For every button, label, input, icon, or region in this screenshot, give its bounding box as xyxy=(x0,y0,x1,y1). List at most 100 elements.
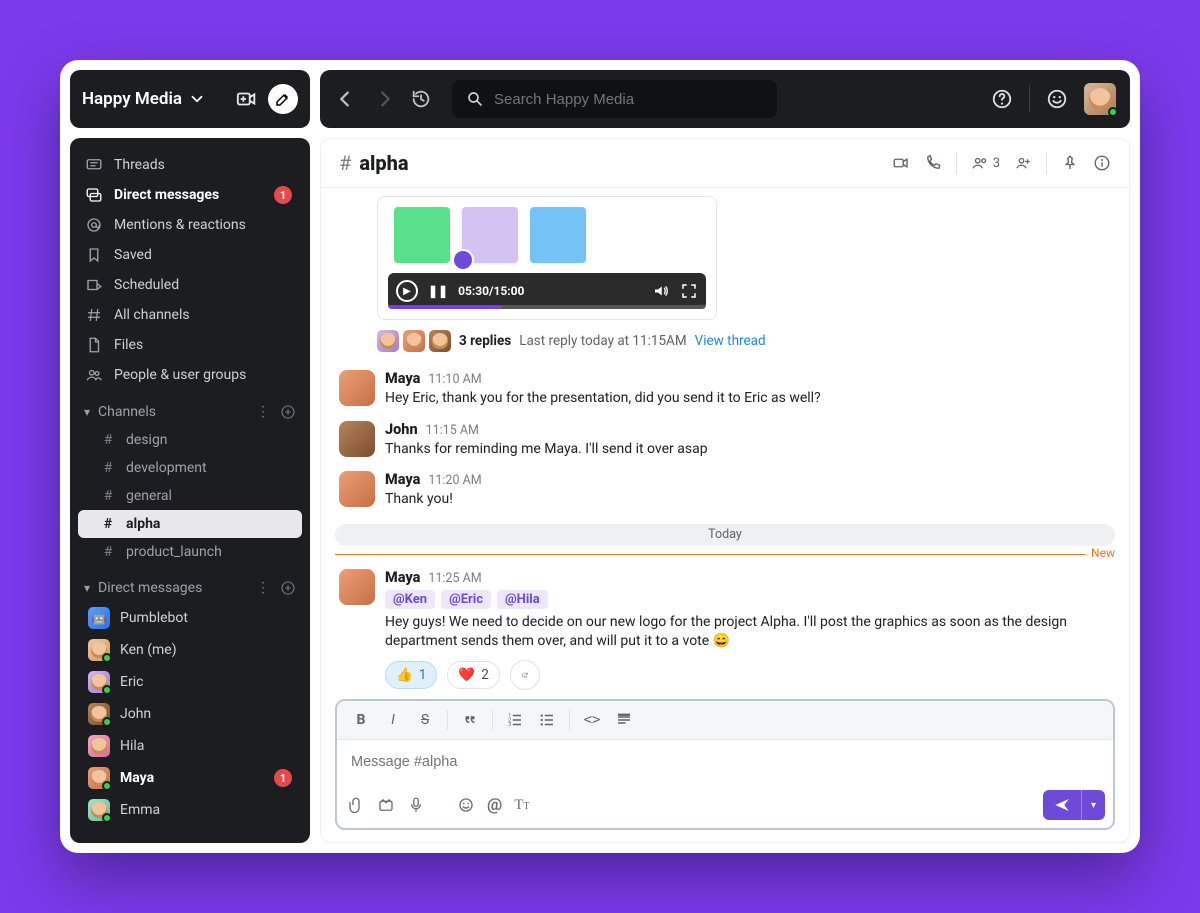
search-input[interactable] xyxy=(494,91,763,108)
msg-time: 11:20 AM xyxy=(428,473,481,488)
add-member-button[interactable] xyxy=(1014,154,1032,172)
history-button[interactable] xyxy=(410,88,432,110)
help-button[interactable] xyxy=(991,88,1013,110)
dm-hila[interactable]: Hila xyxy=(70,730,310,762)
clip-button[interactable] xyxy=(377,796,395,814)
msg-author[interactable]: John xyxy=(385,421,418,438)
top-row: Happy Media xyxy=(70,70,1130,128)
info-button[interactable] xyxy=(1093,154,1111,172)
msg-text: Thanks for reminding me Maya. I'll send … xyxy=(385,440,708,460)
add-reaction-button[interactable] xyxy=(510,660,540,690)
more-icon[interactable]: ⋮ xyxy=(256,404,270,420)
video-add-icon[interactable] xyxy=(236,88,258,110)
mention-chip[interactable]: @Ken xyxy=(385,590,435,609)
pause-icon[interactable]: ❚❚ xyxy=(428,284,448,298)
sidebar-item-threads[interactable]: Threads xyxy=(70,150,310,180)
avatar[interactable] xyxy=(339,421,375,457)
channel-design[interactable]: #design xyxy=(78,426,302,454)
mention-button[interactable]: @ xyxy=(487,795,502,815)
workspace-switcher[interactable]: Happy Media xyxy=(70,70,310,128)
message: Maya11:25 AM @Ken @Eric @Hila Hey guys! … xyxy=(321,565,1129,691)
emoji-status-button[interactable] xyxy=(1046,88,1068,110)
thread-summary[interactable]: 3 replies Last reply today at 11:15AM Vi… xyxy=(377,330,1129,352)
workspace-name: Happy Media xyxy=(82,89,182,109)
emoji-button[interactable] xyxy=(457,796,475,814)
avatar[interactable] xyxy=(339,370,375,406)
ol-button[interactable]: 123 xyxy=(501,707,529,733)
user-avatar[interactable] xyxy=(1084,83,1116,115)
codeblock-button[interactable] xyxy=(610,707,638,733)
dm-maya[interactable]: Maya 1 xyxy=(70,762,310,794)
code-button[interactable]: <> xyxy=(578,707,606,733)
text-format-button[interactable]: TT xyxy=(514,797,529,814)
search-box[interactable] xyxy=(452,80,777,118)
volume-icon[interactable] xyxy=(652,282,670,300)
mention-chip[interactable]: @Eric xyxy=(441,590,491,609)
body: Threads Direct messages 1 Mentions & rea… xyxy=(70,138,1130,843)
italic-button[interactable]: I xyxy=(379,707,407,733)
divider xyxy=(1046,152,1047,174)
nav-forward-button[interactable] xyxy=(374,88,396,110)
dm-label: Maya xyxy=(120,770,154,786)
video-call-button[interactable] xyxy=(892,154,910,172)
sidebar-item-scheduled[interactable]: Scheduled xyxy=(70,270,310,300)
msg-author[interactable]: Maya xyxy=(385,471,420,488)
nav-back-button[interactable] xyxy=(334,88,356,110)
dm-icon xyxy=(84,186,104,204)
ul-button[interactable] xyxy=(533,707,561,733)
message-list[interactable]: ▶ ❚❚ 05:30/15:00 3 repli xyxy=(321,188,1129,691)
sidebar-item-dms[interactable]: Direct messages 1 xyxy=(70,180,310,210)
reaction[interactable]: ❤️2 xyxy=(447,661,499,689)
mention-chip[interactable]: @Hila xyxy=(497,590,548,609)
sidebar-item-label: Mentions & reactions xyxy=(114,217,246,233)
add-dm-button[interactable] xyxy=(280,580,296,596)
sidebar-item-mentions[interactable]: Mentions & reactions xyxy=(70,210,310,240)
fullscreen-icon[interactable] xyxy=(680,282,698,300)
unread-badge: 1 xyxy=(274,769,292,787)
quote-button[interactable] xyxy=(456,707,484,733)
avatar[interactable] xyxy=(339,471,375,507)
bold-button[interactable]: B xyxy=(347,707,375,733)
dms-section[interactable]: ▾ Direct messages ⋮ xyxy=(70,566,310,602)
dm-ken[interactable]: Ken (me) xyxy=(70,634,310,666)
section-label: Direct messages xyxy=(98,580,202,596)
channels-icon xyxy=(84,306,104,324)
dm-john[interactable]: John xyxy=(70,698,310,730)
new-label: New xyxy=(1085,546,1115,560)
send-button[interactable] xyxy=(1043,790,1081,820)
attach-button[interactable] xyxy=(347,796,365,814)
members-button[interactable]: 3 xyxy=(971,154,1000,172)
dm-pumblebot[interactable]: 🤖Pumblebot xyxy=(70,602,310,634)
audio-call-button[interactable] xyxy=(924,154,942,172)
sidebar-item-files[interactable]: Files xyxy=(70,330,310,360)
dm-emma[interactable]: Emma xyxy=(70,794,310,826)
sidebar: Threads Direct messages 1 Mentions & rea… xyxy=(70,138,310,843)
msg-author[interactable]: Maya xyxy=(385,569,420,586)
channels-section[interactable]: ▾ Channels ⋮ xyxy=(70,390,310,426)
sidebar-item-people[interactable]: People & user groups xyxy=(70,360,310,390)
channel-product-launch[interactable]: #product_launch xyxy=(78,538,302,566)
mic-button[interactable] xyxy=(407,796,425,814)
channel-development[interactable]: #development xyxy=(78,454,302,482)
video-player[interactable]: ▶ ❚❚ 05:30/15:00 xyxy=(388,273,706,309)
message-input[interactable] xyxy=(337,740,1113,784)
more-icon[interactable]: ⋮ xyxy=(256,580,270,596)
play-icon[interactable]: ▶ xyxy=(396,280,418,302)
pin-button[interactable] xyxy=(1061,154,1079,172)
sidebar-item-saved[interactable]: Saved xyxy=(70,240,310,270)
threads-icon xyxy=(84,156,104,174)
compose-button[interactable] xyxy=(268,84,298,114)
sidebar-item-allchannels[interactable]: All channels xyxy=(70,300,310,330)
add-channel-button[interactable] xyxy=(280,404,296,420)
channel-title[interactable]: #alpha xyxy=(339,151,409,175)
strike-button[interactable]: S xyxy=(411,707,439,733)
channel-general[interactable]: #general xyxy=(78,482,302,510)
reaction[interactable]: 👍1 xyxy=(385,661,437,689)
send-options-button[interactable]: ▾ xyxy=(1081,790,1105,820)
channel-alpha[interactable]: #alpha xyxy=(78,510,302,538)
msg-author[interactable]: Maya xyxy=(385,370,420,387)
avatar[interactable] xyxy=(339,569,375,605)
thread-replies: 3 replies xyxy=(459,333,511,349)
dm-eric[interactable]: Eric xyxy=(70,666,310,698)
view-thread-link[interactable]: View thread xyxy=(695,333,766,349)
